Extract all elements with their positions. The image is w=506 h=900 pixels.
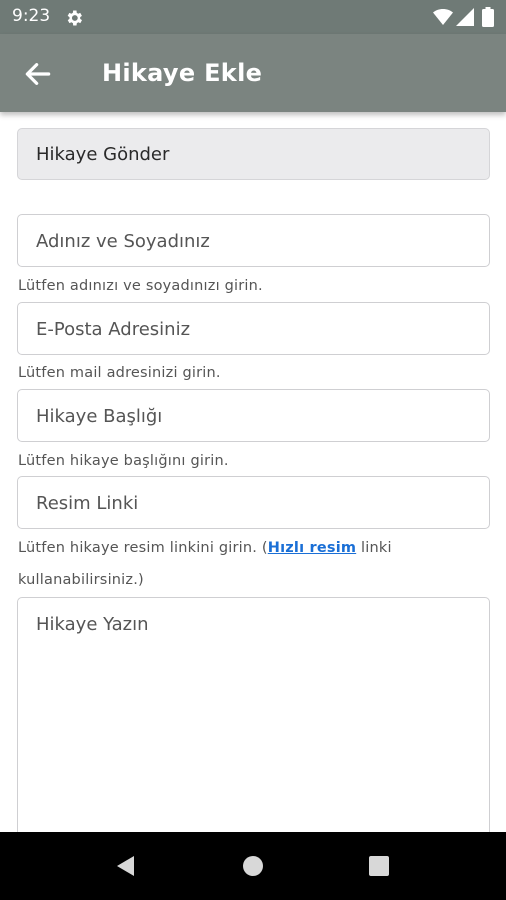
story-title-field[interactable]: Hikaye Başlığı (17, 389, 490, 442)
home-circle-icon[interactable] (242, 855, 264, 877)
email-hint: Lütfen mail adresinizi girin. (18, 365, 221, 381)
email-field[interactable]: E-Posta Adresiniz (17, 302, 490, 355)
name-field[interactable]: Adınız ve Soyadınız (17, 214, 490, 267)
story-title-hint: Lütfen hikaye başlığını girin. (18, 453, 229, 469)
battery-icon (482, 7, 494, 27)
quick-image-link[interactable]: Hızlı resim (268, 540, 356, 556)
signal-icon (456, 8, 474, 26)
story-text-area[interactable]: Hikaye Yazın (17, 597, 490, 832)
submit-story-button[interactable]: Hikaye Gönder (17, 128, 490, 180)
image-link-hint-line2: kullanabilirsiniz.) (18, 572, 144, 588)
recents-square-icon[interactable] (369, 856, 389, 876)
back-triangle-icon[interactable] (114, 854, 138, 878)
status-bar: 9:23 (0, 0, 506, 34)
image-hint-suffix: linki (356, 540, 392, 556)
gear-icon (67, 10, 82, 26)
story-form: Hikaye Gönder Adınız ve Soyadınız Lütfen… (0, 112, 506, 832)
image-link-field[interactable]: Resim Linki (17, 476, 490, 529)
image-hint-prefix: Lütfen hikaye resim linkini girin. ( (18, 540, 268, 556)
navigation-bar (0, 832, 506, 900)
page-title: Hikaye Ekle (102, 59, 263, 87)
name-hint: Lütfen adınızı ve soyadınızı girin. (18, 278, 263, 294)
arrow-left-icon[interactable] (22, 58, 54, 90)
status-time: 9:23 (12, 6, 51, 26)
image-link-hint: Lütfen hikaye resim linkini girin. (Hızl… (18, 540, 392, 556)
wifi-icon (433, 9, 453, 25)
app-bar: Hikaye Ekle (0, 34, 506, 112)
